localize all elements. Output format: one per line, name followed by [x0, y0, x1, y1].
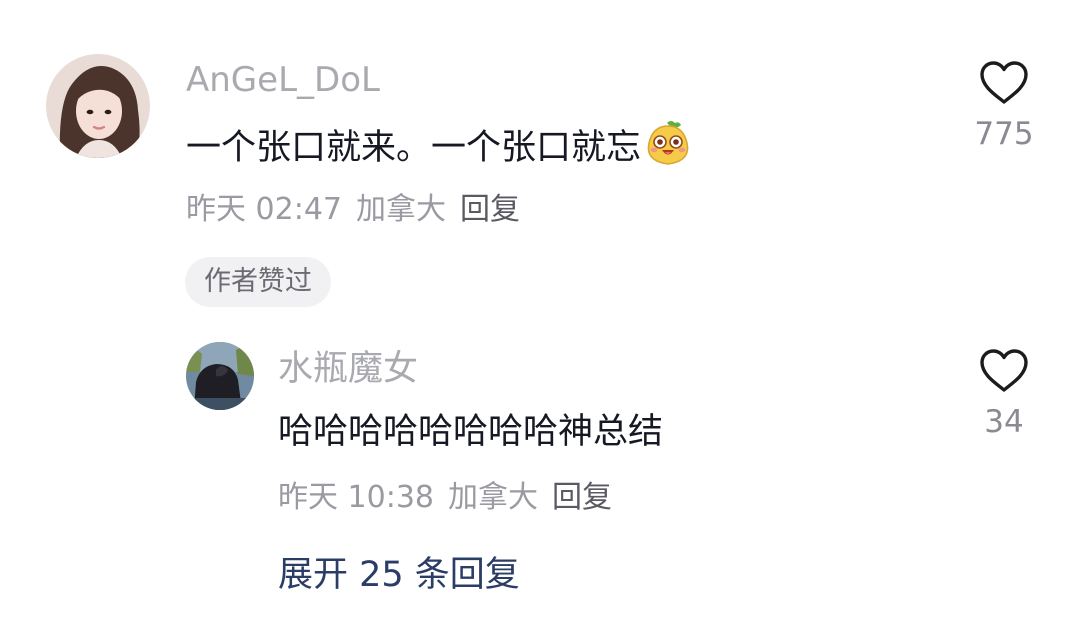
reply-like-button[interactable]: 34 — [972, 346, 1036, 442]
comment-time: 昨天 02:47 — [186, 192, 342, 227]
reply-like-count: 34 — [984, 404, 1024, 440]
avatar-photo — [186, 342, 254, 410]
comment-text-content: 一个张口就来。一个张口就忘 — [186, 128, 642, 168]
heart-outline-icon — [980, 61, 1028, 104]
reply-time: 昨天 10:38 — [278, 480, 434, 515]
reply-button[interactable]: 回复 — [460, 192, 520, 227]
commenter-username[interactable]: AnGeL_DoL — [186, 58, 380, 102]
reply-text: 哈哈哈哈哈哈哈哈神总结 — [278, 412, 664, 452]
avatar-photo — [46, 54, 150, 158]
commenter-avatar[interactable] — [46, 54, 150, 158]
reply-username[interactable]: 水瓶魔女 — [278, 346, 418, 392]
reply-avatar[interactable] — [186, 342, 254, 410]
like-button[interactable]: 775 — [972, 58, 1036, 154]
comment-meta: 昨天 02:47 加拿大 回复 — [186, 190, 520, 230]
reply-location: 加拿大 — [448, 480, 538, 515]
comment-location: 加拿大 — [356, 192, 446, 227]
expand-replies-button[interactable]: 展开 25 条回复 — [278, 552, 520, 598]
smiling-pear-emoji-icon — [643, 119, 693, 169]
author-liked-badge: 作者赞过 — [185, 257, 331, 307]
like-count: 775 — [974, 116, 1034, 152]
comment-text: 一个张口就来。一个张口就忘 — [186, 119, 693, 173]
reply-to-reply-button[interactable]: 回复 — [552, 480, 612, 515]
heart-outline-icon — [980, 349, 1028, 392]
reply-meta: 昨天 10:38 加拿大 回复 — [278, 478, 612, 518]
